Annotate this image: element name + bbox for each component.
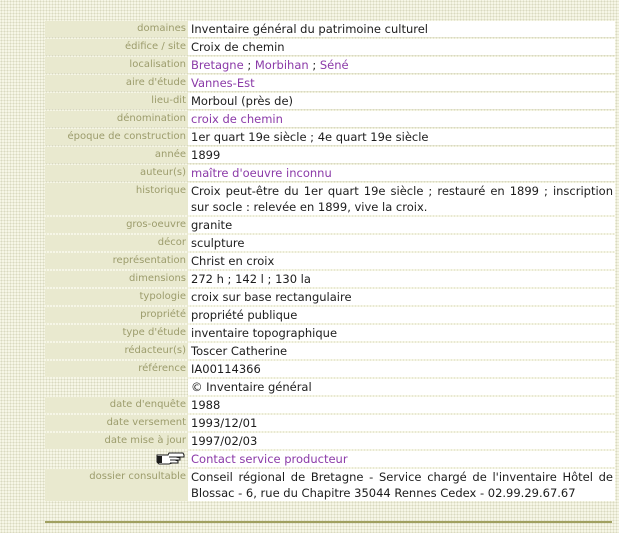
value-denomination: croix de chemin bbox=[188, 111, 615, 127]
value-typologie: croix sur base rectangulaire bbox=[188, 289, 615, 305]
link-sene[interactable]: Séné bbox=[320, 58, 349, 72]
row-dossier: dossier consultable Conseil régional de … bbox=[45, 469, 615, 501]
row-localisation: localisation Bretagne ; Morbihan ; Séné bbox=[45, 57, 615, 73]
row-date-enquete: date d'enquête 1988 bbox=[45, 397, 615, 413]
label-date-enquete: date d'enquête bbox=[45, 397, 188, 413]
label-contact-cell bbox=[45, 451, 188, 467]
label-propriete: propriété bbox=[45, 307, 188, 323]
link-bretagne[interactable]: Bretagne bbox=[191, 58, 244, 72]
value-type-etude: inventaire topographique bbox=[188, 325, 615, 341]
value-contact: Contact service producteur bbox=[188, 451, 615, 467]
row-representation: représentation Christ en croix bbox=[45, 253, 615, 269]
row-aire-etude: aire d'étude Vannes-Est bbox=[45, 75, 615, 91]
value-date-mise-a-jour: 1997/02/03 bbox=[188, 433, 615, 449]
row-contact: Contact service producteur bbox=[45, 451, 615, 467]
row-annee: année 1899 bbox=[45, 147, 615, 163]
row-historique: historique Croix peut-être du 1er quart … bbox=[45, 183, 615, 215]
row-gros-oeuvre: gros-oeuvre granite bbox=[45, 217, 615, 233]
label-redacteurs: rédacteur(s) bbox=[45, 343, 188, 359]
label-gros-oeuvre: gros-oeuvre bbox=[45, 217, 188, 233]
label-reference: référence bbox=[45, 361, 188, 377]
link-morbihan[interactable]: Morbihan bbox=[255, 58, 309, 72]
label-auteurs: auteur(s) bbox=[45, 165, 188, 181]
row-edifice: édifice / site Croix de chemin bbox=[45, 39, 615, 55]
label-edifice: édifice / site bbox=[45, 39, 188, 55]
notice-sheet: domaines Inventaire général du patrimoin… bbox=[45, 19, 615, 503]
bottom-rule bbox=[45, 521, 612, 523]
value-gros-oeuvre: granite bbox=[188, 217, 615, 233]
notice-table: domaines Inventaire général du patrimoin… bbox=[45, 19, 615, 503]
label-aire-etude: aire d'étude bbox=[45, 75, 188, 91]
row-reference: référence IA00114366 bbox=[45, 361, 615, 377]
link-maitre-oeuvre[interactable]: maître d'oeuvre inconnu bbox=[191, 166, 332, 180]
label-date-versement: date versement bbox=[45, 415, 188, 431]
label-denomination: dénomination bbox=[45, 111, 188, 127]
value-localisation: Bretagne ; Morbihan ; Séné bbox=[188, 57, 615, 73]
value-epoque: 1er quart 19e siècle ; 4e quart 19e sièc… bbox=[188, 129, 615, 145]
row-typologie: typologie croix sur base rectangulaire bbox=[45, 289, 615, 305]
label-typologie: typologie bbox=[45, 289, 188, 305]
row-type-etude: type d'étude inventaire topographique bbox=[45, 325, 615, 341]
label-date-mise-a-jour: date mise à jour bbox=[45, 433, 188, 449]
row-copyright: © Inventaire général bbox=[45, 379, 615, 395]
value-domaines: Inventaire général du patrimoine culture… bbox=[188, 21, 615, 37]
value-edifice: Croix de chemin bbox=[188, 39, 615, 55]
value-date-enquete: 1988 bbox=[188, 397, 615, 413]
row-epoque: époque de construction 1er quart 19e siè… bbox=[45, 129, 615, 145]
label-empty bbox=[45, 379, 188, 395]
label-representation: représentation bbox=[45, 253, 188, 269]
row-propriete: propriété propriété publique bbox=[45, 307, 615, 323]
label-annee: année bbox=[45, 147, 188, 163]
label-localisation: localisation bbox=[45, 57, 188, 73]
value-lieu-dit: Morboul (près de) bbox=[188, 93, 615, 109]
link-vannes-est[interactable]: Vannes-Est bbox=[191, 76, 255, 90]
row-auteurs: auteur(s) maître d'oeuvre inconnu bbox=[45, 165, 615, 181]
label-epoque: époque de construction bbox=[45, 129, 188, 145]
row-decor: décor sculpture bbox=[45, 235, 615, 251]
row-dimensions: dimensions 272 h ; 142 l ; 130 la bbox=[45, 271, 615, 287]
row-date-mise-a-jour: date mise à jour 1997/02/03 bbox=[45, 433, 615, 449]
value-representation: Christ en croix bbox=[188, 253, 615, 269]
label-lieu-dit: lieu-dit bbox=[45, 93, 188, 109]
row-date-versement: date versement 1993/12/01 bbox=[45, 415, 615, 431]
separator: ; bbox=[308, 58, 320, 72]
value-auteurs: maître d'oeuvre inconnu bbox=[188, 165, 615, 181]
value-dossier: Conseil régional de Bretagne - Service c… bbox=[188, 469, 615, 501]
label-type-etude: type d'étude bbox=[45, 325, 188, 341]
label-decor: décor bbox=[45, 235, 188, 251]
value-annee: 1899 bbox=[188, 147, 615, 163]
value-reference: IA00114366 bbox=[188, 361, 615, 377]
value-historique: Croix peut-être du 1er quart 19e siècle … bbox=[188, 183, 615, 215]
contact-link[interactable]: Contact service producteur bbox=[191, 452, 348, 466]
link-croix-de-chemin[interactable]: croix de chemin bbox=[191, 112, 283, 126]
value-decor: sculpture bbox=[188, 235, 615, 251]
label-dimensions: dimensions bbox=[45, 271, 188, 287]
row-domaines: domaines Inventaire général du patrimoin… bbox=[45, 21, 615, 37]
label-domaines: domaines bbox=[45, 21, 188, 37]
value-dimensions: 272 h ; 142 l ; 130 la bbox=[188, 271, 615, 287]
row-lieu-dit: lieu-dit Morboul (près de) bbox=[45, 93, 615, 109]
row-denomination: dénomination croix de chemin bbox=[45, 111, 615, 127]
label-historique: historique bbox=[45, 183, 188, 215]
separator: ; bbox=[243, 58, 255, 72]
pointing-hand-icon[interactable] bbox=[156, 451, 186, 465]
label-dossier: dossier consultable bbox=[45, 469, 188, 501]
value-copyright: © Inventaire général bbox=[188, 379, 615, 395]
value-redacteurs: Toscer Catherine bbox=[188, 343, 615, 359]
value-aire-etude: Vannes-Est bbox=[188, 75, 615, 91]
value-date-versement: 1993/12/01 bbox=[188, 415, 615, 431]
row-redacteurs: rédacteur(s) Toscer Catherine bbox=[45, 343, 615, 359]
value-propriete: propriété publique bbox=[188, 307, 615, 323]
